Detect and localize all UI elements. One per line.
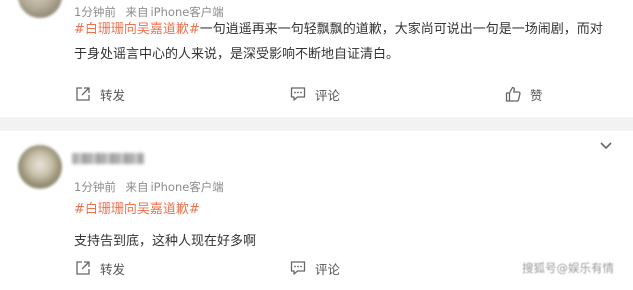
chevron-down-icon[interactable] [599,141,613,151]
post-meta: 1分钟前 来自 iPhone客户端 [74,179,230,195]
source-prefix: 来自 [125,180,149,194]
forward-icon [76,261,90,275]
like-icon [505,86,521,102]
forward-button[interactable]: 转发 [74,256,125,280]
like-label: 赞 [530,87,543,103]
like-button[interactable]: 赞 [504,82,543,106]
forward-label: 转发 [100,261,126,277]
forward-button[interactable]: 转发 [74,82,125,106]
username-blurred[interactable] [72,153,144,164]
post-time: 1分钟前 [74,180,116,194]
hashtag-link[interactable]: #白珊珊向吴嘉道歉# [74,197,609,222]
comment-button[interactable]: 评论 [289,256,340,280]
action-bar: 转发 评论 赞 [0,82,633,106]
watermark: 搜狐号@娱乐有情 [522,261,614,275]
forward-label: 转发 [100,87,126,103]
post-2: 1分钟前 来自 iPhone客户端 #白珊珊向吴嘉道歉# 支持告到底，这种人现在好… [0,131,633,290]
post-1: 1分钟前 来自 iPhone客户端 #白珊珊向吴嘉道歉#一句逍遥再来一句轻飘飘的道… [0,0,633,117]
hashtag-link[interactable]: #白珊珊向吴嘉道歉# [74,22,200,37]
comment-label: 评论 [315,87,341,103]
post-content: #白珊珊向吴嘉道歉#一句逍遥再来一句轻飘飘的道歉，大家尚可说出一句是一场闹剧，而… [74,17,609,67]
action-bar: 转发 评论 搜狐号@娱乐有情 [0,256,633,280]
comment-button[interactable]: 评论 [289,82,340,106]
source-label: iPhone客户端 [150,180,224,194]
avatar[interactable] [18,0,62,18]
post-separator [0,117,633,131]
comment-icon [290,87,306,101]
comment-icon [290,261,306,275]
post-content: #白珊珊向吴嘉道歉# 支持告到底，这种人现在好多啊 [74,197,609,254]
comment-label: 评论 [315,261,341,277]
forward-icon [76,87,90,101]
post-text: 支持告到底，这种人现在好多啊 [74,234,257,249]
avatar[interactable] [18,145,62,189]
